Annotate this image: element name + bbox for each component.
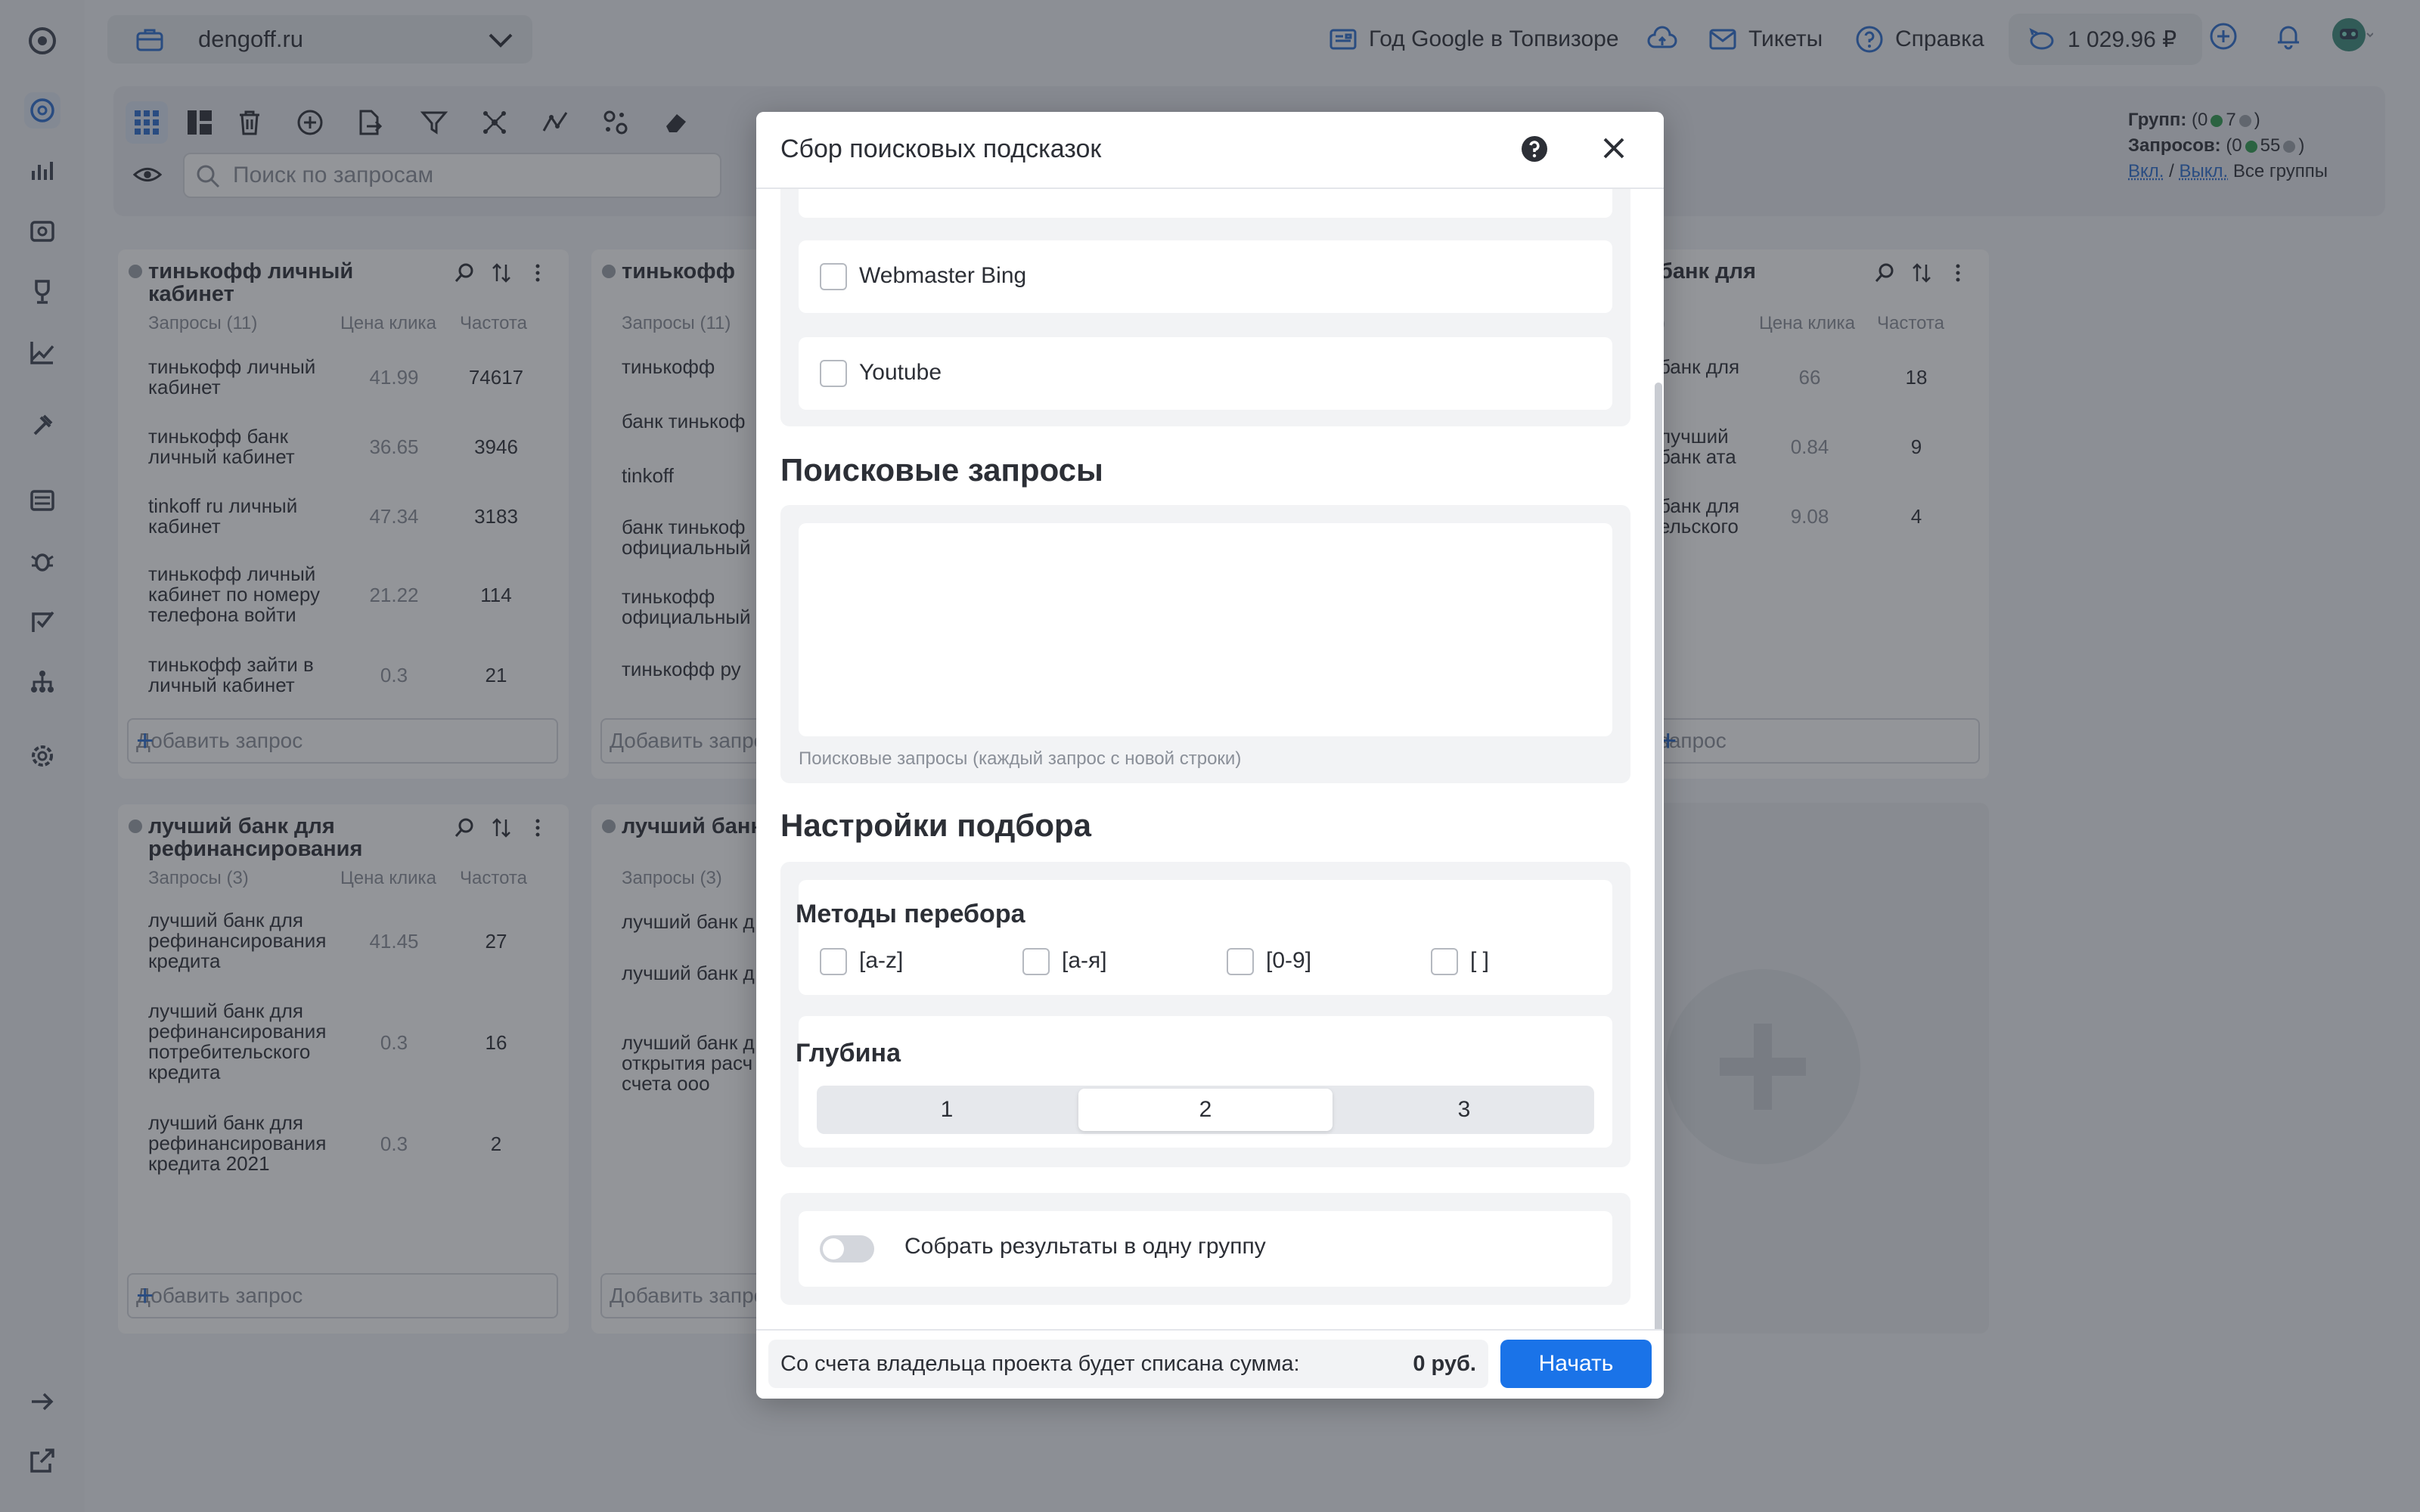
depth-option-3[interactable]: 3 [1337, 1089, 1591, 1131]
source-label: Youtube [859, 360, 942, 385]
method-checkbox-space[interactable] [1431, 948, 1458, 975]
depth-box: 1 2 3 [799, 1016, 1612, 1148]
method-label-cyrillic: [а-я] [1062, 948, 1107, 973]
source-option[interactable]: Youtube [799, 337, 1612, 410]
method-label-digits: [0-9] [1266, 948, 1312, 973]
source-label: Webmaster Bing [859, 263, 1027, 288]
cost-text: Со счета владельца проекта будет списана… [780, 1352, 1300, 1376]
modal-title: Сбор поисковых подсказок [780, 135, 1102, 163]
cost-sum: 0 руб. [1413, 1352, 1476, 1376]
depth-segmented-control: 1 2 3 [817, 1086, 1594, 1134]
methods-box [799, 880, 1612, 995]
depth-title: Глубина [796, 1039, 901, 1067]
queries-heading: Поисковые запросы [780, 452, 1103, 488]
close-icon[interactable] [1599, 133, 1629, 163]
queries-section: Поисковые запросы (каждый запрос с новой… [780, 505, 1630, 783]
depth-option-2[interactable]: 2 [1078, 1089, 1333, 1131]
sources-section: Webmaster Bing Youtube [780, 172, 1630, 426]
source-checkbox[interactable] [820, 360, 847, 387]
method-label-space: [ ] [1470, 948, 1490, 973]
help-icon[interactable] [1520, 135, 1549, 163]
merge-box: Собрать результаты в одну группу [799, 1211, 1612, 1287]
modal-footer: Со счета владельца проекта будет списана… [756, 1329, 1664, 1399]
modal-scrollbar[interactable] [1655, 383, 1662, 1399]
depth-option-1[interactable]: 1 [820, 1089, 1074, 1131]
cost-box: Со счета владельца проекта будет списана… [768, 1340, 1488, 1388]
queries-hint: Поисковые запросы (каждый запрос с новой… [799, 748, 1242, 769]
method-checkbox-latin[interactable] [820, 948, 847, 975]
method-checkbox-digits[interactable] [1227, 948, 1254, 975]
merge-toggle[interactable] [820, 1235, 874, 1263]
start-button[interactable]: Начать [1500, 1340, 1652, 1388]
method-label-latin: [a-z] [859, 948, 904, 973]
source-checkbox[interactable] [820, 263, 847, 290]
methods-title: Методы перебора [796, 900, 1025, 928]
merge-label: Собрать результаты в одну группу [904, 1234, 1266, 1259]
merge-section: Собрать результаты в одну группу [780, 1193, 1630, 1305]
queries-textarea[interactable] [799, 523, 1612, 736]
modal-header: Сбор поисковых подсказок [756, 112, 1664, 189]
suggestions-modal: Сбор поисковых подсказок Webmaster Bing … [756, 112, 1664, 1399]
source-option[interactable]: Webmaster Bing [799, 240, 1612, 313]
method-checkbox-cyrillic[interactable] [1022, 948, 1050, 975]
settings-heading: Настройки подбора [780, 807, 1091, 843]
